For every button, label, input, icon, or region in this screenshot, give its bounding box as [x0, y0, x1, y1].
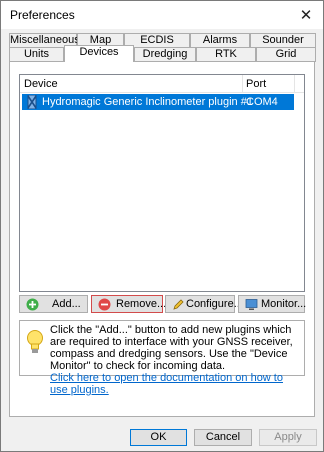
add-icon	[26, 298, 39, 311]
preferences-window: Preferences ✕ Miscellaneous Map ECDIS Al…	[0, 0, 324, 452]
column-port[interactable]: Port	[246, 78, 266, 90]
tab-units[interactable]: Units	[9, 47, 64, 62]
remove-button-label: Remove...	[116, 298, 167, 310]
tab-devices[interactable]: Devices	[64, 45, 134, 62]
configure-button-label: Configure...	[186, 298, 243, 310]
column-separator[interactable]	[294, 75, 295, 93]
remove-button[interactable]: Remove...	[91, 295, 167, 313]
tab-rtk[interactable]: RTK	[196, 47, 256, 62]
tab-alarms[interactable]: Alarms	[190, 33, 250, 48]
configure-button[interactable]: Configure...	[165, 295, 243, 313]
device-list[interactable]: Device Port Hydromagic Generic Inclinome…	[19, 74, 305, 292]
pencil-icon	[173, 299, 184, 310]
plugin-icon	[27, 95, 37, 109]
monitor-button[interactable]: Monitor...	[238, 295, 307, 313]
devices-panel: Device Port Hydromagic Generic Inclinome…	[9, 61, 315, 417]
column-separator[interactable]	[242, 75, 243, 93]
tab-label: Alarms	[202, 34, 238, 46]
info-text-block: Click the "Add..." button to add new plu…	[50, 324, 302, 396]
tab-label: Grid	[275, 48, 297, 60]
close-icon: ✕	[299, 7, 313, 24]
tab-dredging[interactable]: Dredging	[134, 47, 196, 62]
list-header: Device Port	[20, 75, 304, 93]
table-row[interactable]: Hydromagic Generic Inclinometer plugin #…	[22, 94, 294, 110]
add-button-label: Add...	[52, 298, 81, 310]
tab-sounder[interactable]: Sounder	[250, 33, 316, 48]
info-box: Click the "Add..." button to add new plu…	[19, 320, 305, 396]
apply-button-label: Apply	[274, 431, 302, 443]
lightbulb-icon	[27, 330, 43, 353]
tab-label: Devices	[79, 46, 119, 58]
ok-button-label: OK	[150, 431, 167, 443]
tab-label: Units	[23, 48, 50, 60]
ok-button[interactable]: OK	[130, 429, 187, 446]
cancel-button[interactable]: Cancel	[194, 429, 252, 446]
close-button[interactable]: ✕	[289, 1, 323, 29]
tab-label: Dredging	[142, 48, 188, 60]
info-text: Click the "Add..." button to add new plu…	[50, 324, 293, 372]
tab-label: Sounder	[262, 34, 304, 46]
cancel-button-label: Cancel	[205, 431, 241, 443]
monitor-button-label: Monitor...	[261, 298, 307, 310]
column-device[interactable]: Device	[24, 78, 58, 90]
monitor-icon	[245, 299, 258, 310]
device-name: Hydromagic Generic Inclinometer plugin #…	[42, 96, 253, 108]
tab-label: RTK	[215, 48, 237, 60]
remove-icon	[98, 298, 111, 311]
apply-button: Apply	[259, 429, 317, 446]
tab-label: ECDIS	[140, 34, 174, 46]
documentation-link[interactable]: Click here to open the documentation on …	[50, 372, 302, 396]
title-bar: Preferences ✕	[1, 1, 323, 29]
device-port: COM4	[246, 96, 278, 108]
add-button[interactable]: Add...	[19, 295, 88, 313]
tab-grid[interactable]: Grid	[256, 47, 316, 62]
window-title: Preferences	[10, 8, 75, 22]
